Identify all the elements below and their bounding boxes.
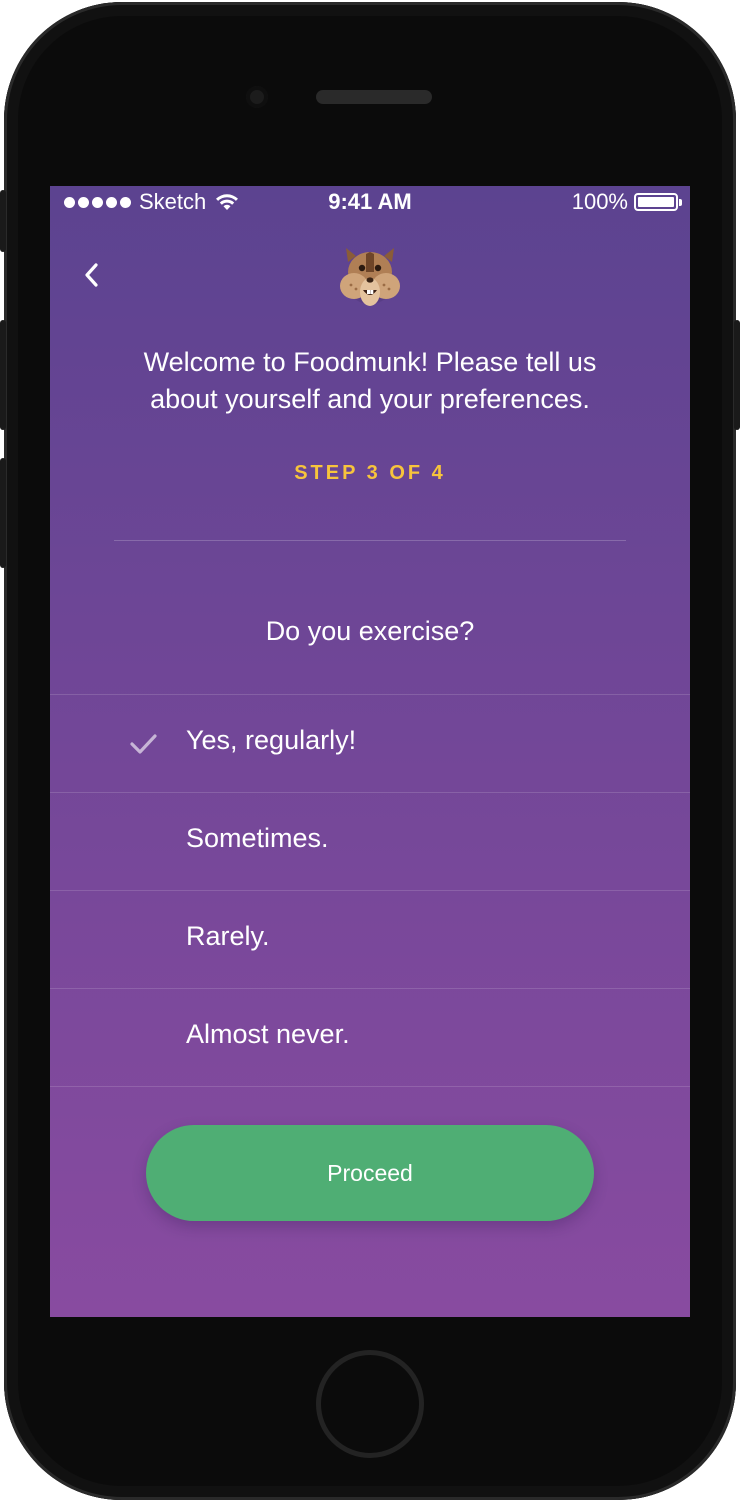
section-divider bbox=[114, 540, 626, 541]
headline-line-1: Welcome to Foodmunk! Please tell us bbox=[143, 347, 597, 377]
headline-line-2: about yourself and your preferences. bbox=[150, 384, 590, 414]
chipmunk-mascot-icon bbox=[340, 248, 400, 306]
option-label: Yes, regularly! bbox=[186, 725, 357, 755]
answer-options-list: Yes, regularly! Sometimes. Rarely. Almos… bbox=[50, 694, 690, 1087]
volume-down-button bbox=[0, 458, 6, 568]
option-label: Sometimes. bbox=[186, 823, 329, 853]
step-indicator: STEP 3 OF 4 bbox=[294, 462, 446, 484]
option-yes-regularly[interactable]: Yes, regularly! bbox=[50, 695, 690, 793]
power-button bbox=[734, 320, 740, 430]
back-button[interactable] bbox=[72, 252, 112, 298]
mute-switch bbox=[0, 190, 6, 252]
option-rarely[interactable]: Rarely. bbox=[50, 891, 690, 989]
option-sometimes[interactable]: Sometimes. bbox=[50, 793, 690, 891]
volume-up-button bbox=[0, 320, 6, 430]
option-almost-never[interactable]: Almost never. bbox=[50, 989, 690, 1087]
question-text: Do you exercise? bbox=[265, 616, 475, 646]
status-bar: Sketch 9:41 AM 100% bbox=[50, 186, 690, 220]
front-camera bbox=[246, 86, 268, 108]
battery-percentage: 100% bbox=[571, 189, 628, 214]
option-label: Rarely. bbox=[186, 921, 270, 951]
welcome-headline: Welcome to Foodmunk! Please tell us abou… bbox=[90, 344, 650, 418]
option-label: Almost never. bbox=[186, 1019, 350, 1049]
chevron-left-icon bbox=[85, 263, 98, 287]
status-right: 100% bbox=[571, 189, 682, 215]
proceed-button[interactable]: Proceed bbox=[146, 1125, 594, 1221]
checkmark-icon bbox=[130, 734, 157, 754]
home-button[interactable] bbox=[316, 1350, 424, 1458]
battery-fill bbox=[638, 197, 674, 207]
battery-icon bbox=[634, 193, 682, 211]
app-screen: Sketch 9:41 AM 100% Welcome to Foodmunk!… bbox=[50, 186, 690, 1317]
earpiece-speaker bbox=[316, 90, 432, 104]
